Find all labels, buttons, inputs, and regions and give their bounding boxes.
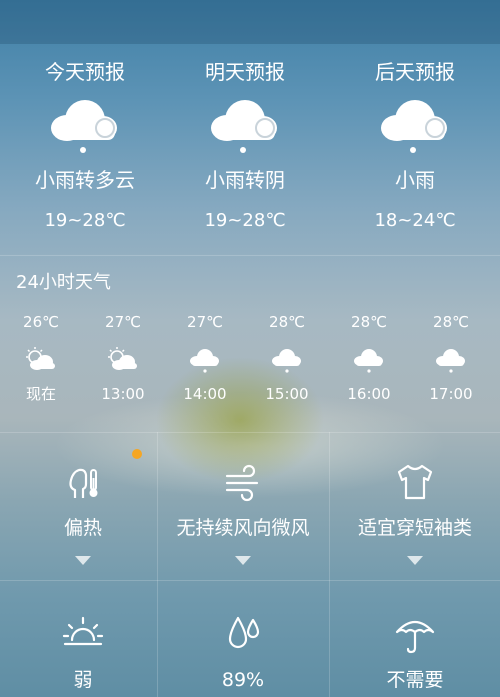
- hour-item: 28℃ 15:00: [246, 312, 328, 404]
- forecast-temp: 19~28℃: [204, 210, 286, 231]
- sun-cloud-icon: [26, 347, 55, 370]
- cloud-rain-icon: [381, 100, 447, 153]
- hour-time: 17:00: [429, 385, 473, 403]
- three-day-forecast: 今天预报 小雨转多云 19~28℃ 明天预报 小雨转阴 19~28℃ 后天预报: [0, 52, 500, 252]
- cloud-rain-icon: [436, 349, 465, 373]
- divider: [0, 432, 500, 433]
- divider: [0, 580, 500, 581]
- hour-temp: 27℃: [187, 313, 223, 331]
- body-temperature-icon: [69, 468, 98, 498]
- hour-temp: 28℃: [351, 313, 387, 331]
- expand-triangle-icon[interactable]: [75, 556, 91, 565]
- cloud-rain-icon: [211, 100, 277, 153]
- umbrella-icon: [395, 620, 435, 654]
- wind-icon: [225, 464, 259, 502]
- forecast-condition: 小雨转多云: [35, 168, 135, 192]
- forecast-title: 后天预报: [375, 60, 455, 84]
- hour-item: 27℃ 14:00: [164, 312, 246, 404]
- hour-temp: 27℃: [105, 313, 141, 331]
- forecast-title: 明天预报: [205, 60, 285, 84]
- hour-item: 27℃ 13:00: [82, 312, 164, 404]
- tile-body-feel[interactable]: 偏热: [0, 460, 166, 565]
- expand-triangle-icon[interactable]: [235, 556, 251, 565]
- forecast-condition: 小雨转阴: [205, 168, 285, 192]
- top-shade: [0, 0, 500, 44]
- tile-wind[interactable]: 无持续风向微风: [160, 460, 326, 565]
- hourly-forecast[interactable]: 26℃ 现在 27℃ 13:00 27℃ 14:00 28℃ 15:00 28℃…: [0, 312, 500, 422]
- forecast-title: 今天预报: [45, 60, 125, 84]
- cloud-rain-icon: [51, 100, 117, 153]
- tile-label: 无持续风向微风: [176, 517, 310, 539]
- cloud-rain-icon: [272, 349, 301, 373]
- hour-time: 15:00: [265, 385, 309, 403]
- tshirt-icon: [397, 464, 433, 500]
- hour-temp: 28℃: [433, 313, 469, 331]
- hour-time: 现在: [25, 385, 56, 403]
- tile-uv[interactable]: 弱: [0, 612, 166, 692]
- hourly-title: 24小时天气: [16, 272, 111, 293]
- forecast-temp: 19~28℃: [44, 210, 126, 231]
- tile-umbrella[interactable]: 不需要: [332, 612, 498, 692]
- divider: [0, 255, 500, 256]
- tile-label: 不需要: [386, 669, 444, 691]
- cloud-rain-icon: [354, 349, 383, 373]
- hour-time: 14:00: [183, 385, 227, 403]
- forecast-day-after[interactable]: 后天预报 小雨 18~24℃: [330, 52, 500, 232]
- forecast-temp: 18~24℃: [374, 210, 456, 231]
- tile-humidity[interactable]: 89%: [160, 612, 326, 692]
- notification-dot: [132, 449, 142, 459]
- hour-time: 13:00: [101, 385, 145, 403]
- hour-item: 28℃ 16:00: [328, 312, 410, 404]
- tile-label: 适宜穿短袖类: [357, 517, 472, 539]
- expand-triangle-icon[interactable]: [407, 556, 423, 565]
- tile-label: 89%: [221, 669, 265, 691]
- sun-cloud-icon: [108, 347, 137, 370]
- forecast-condition: 小雨: [395, 168, 435, 192]
- hour-temp: 28℃: [269, 313, 305, 331]
- tile-clothing[interactable]: 适宜穿短袖类: [332, 460, 498, 565]
- hour-item: 26℃ 现在: [0, 312, 82, 404]
- divider: [329, 432, 330, 697]
- tile-label: 弱: [73, 669, 93, 691]
- forecast-today[interactable]: 今天预报 小雨转多云 19~28℃: [0, 52, 170, 232]
- hour-time: 16:00: [347, 385, 391, 403]
- humidity-drops-icon: [228, 616, 260, 649]
- forecast-tomorrow[interactable]: 明天预报 小雨转阴 19~28℃: [160, 52, 330, 232]
- hour-item: 28℃ 17:00: [410, 312, 492, 404]
- hour-temp: 26℃: [23, 313, 59, 331]
- tile-label: 偏热: [63, 517, 102, 539]
- uv-sunrise-icon: [62, 616, 104, 646]
- cloud-rain-icon: [190, 349, 219, 373]
